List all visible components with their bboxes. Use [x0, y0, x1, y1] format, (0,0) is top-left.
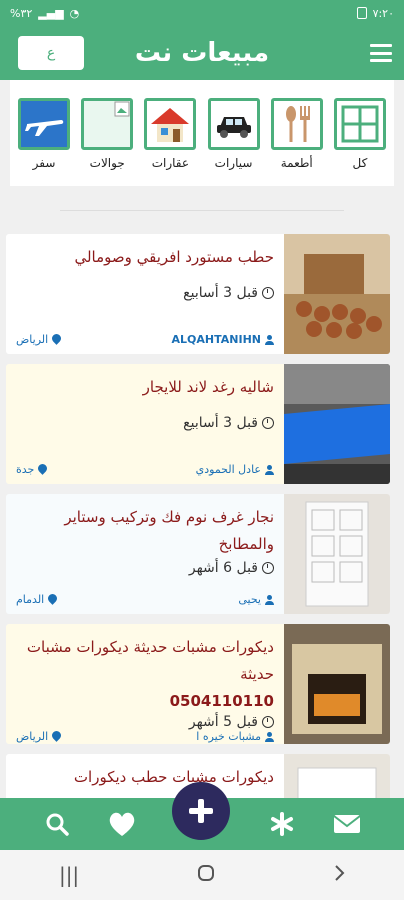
category-bar: كل أطعمة سيارات عقارات جوالات سفر — [10, 80, 394, 186]
mail-icon[interactable] — [332, 809, 362, 839]
listing-thumbnail — [284, 494, 390, 614]
system-navigation: ||| — [0, 850, 404, 900]
listing-city[interactable]: الدمام — [16, 593, 57, 606]
listing-thumbnail — [284, 234, 390, 354]
listing-meta: يحيى الدمام — [16, 593, 274, 606]
listing-user[interactable]: ALQAHTANIHN — [172, 333, 274, 346]
listing-city[interactable]: الرياض — [16, 333, 61, 346]
listing-thumbnail — [284, 364, 390, 484]
status-bar: %٣٢ ▂▄▆ ◔ ٧:٢٠ — [0, 0, 404, 26]
listing-body: حطب مستورد افريقي وصومالي قبل 3 أسابيع A… — [6, 234, 284, 354]
listing-city-name: الرياض — [16, 730, 49, 743]
listing-time: قبل 6 أشهر — [188, 560, 258, 576]
listing-user[interactable]: يحيى — [238, 593, 274, 606]
back-icon[interactable] — [333, 863, 345, 887]
listing-body: شاليه رغد لاند للايجار قبل 3 أسابيع عادل… — [6, 364, 284, 484]
listing-user[interactable]: مشبات خيره ا — [196, 730, 274, 743]
listing-card[interactable]: شاليه رغد لاند للايجار قبل 3 أسابيع عادل… — [6, 364, 390, 484]
listing-time-row: قبل 3 أسابيع — [16, 285, 274, 301]
listing-user-name: عادل الحمودي — [195, 463, 261, 476]
listing-user-name: يحيى — [238, 593, 261, 606]
grid-icon — [333, 98, 386, 150]
wifi-icon: ◔ — [69, 6, 80, 20]
airplane-icon — [18, 98, 70, 150]
category-label: أطعمة — [280, 156, 313, 170]
plus-icon — [189, 799, 213, 823]
divider — [60, 210, 344, 211]
app-bar: ع مبيعات نت — [0, 26, 404, 80]
listing-user-name: ALQAHTANIHN — [171, 333, 261, 346]
category-food[interactable]: أطعمة — [269, 98, 325, 186]
listing-body: نجار غرف نوم فك وتركيب وستاير والمطابخ ق… — [6, 494, 284, 614]
location-pin-icon — [52, 334, 61, 345]
listing-city-name: جدة — [16, 463, 35, 476]
category-cars[interactable]: سيارات — [206, 98, 262, 186]
status-time: ٧:٢٠ — [372, 6, 394, 20]
location-pin-icon — [52, 731, 61, 742]
listing-card[interactable]: حطب مستورد افريقي وصومالي قبل 3 أسابيع A… — [6, 234, 390, 354]
listing-meta: عادل الحمودي جدة — [16, 463, 274, 476]
listing-title: حطب مستورد افريقي وصومالي — [74, 248, 274, 266]
category-label: عقارات — [151, 156, 190, 170]
hamburger-menu-icon[interactable] — [370, 44, 392, 62]
asterisk-icon[interactable] — [267, 809, 297, 839]
clock-icon — [262, 716, 274, 728]
listing-title: ديكورات مشبات حطب ديكورات — [73, 768, 274, 786]
person-icon — [265, 594, 274, 605]
spoon-fork-icon — [270, 98, 323, 150]
clock-icon — [262, 287, 274, 299]
home-icon[interactable] — [197, 863, 215, 887]
category-label: سيارات — [214, 156, 253, 170]
listing-time: قبل 3 أسابيع — [183, 285, 258, 301]
status-icons-right: ٧:٢٠ — [356, 6, 394, 20]
listing-city-name: الرياض — [16, 333, 49, 346]
listing-user[interactable]: عادل الحمودي — [196, 463, 274, 476]
listing-meta: ALQAHTANIHN الرياض — [16, 333, 274, 346]
listing-title: شاليه رغد لاند للايجار — [142, 378, 274, 396]
signal-icon: ▂▄▆ — [38, 6, 64, 20]
listing-time: قبل 5 أشهر — [188, 714, 258, 730]
listing-time: قبل 3 أسابيع — [183, 415, 258, 431]
person-icon — [265, 464, 274, 475]
person-icon — [265, 731, 274, 742]
recent-apps-icon[interactable]: ||| — [59, 863, 79, 887]
listing-time-row: قبل 5 أشهر — [16, 714, 274, 730]
category-all[interactable]: كل — [332, 98, 388, 186]
category-phones[interactable]: جوالات — [79, 98, 135, 186]
add-listing-button[interactable] — [172, 782, 230, 840]
heart-icon[interactable] — [107, 809, 137, 839]
person-icon — [265, 334, 274, 345]
listing-thumbnail — [284, 624, 390, 744]
listing-card[interactable]: نجار غرف نوم فك وتركيب وستاير والمطابخ ق… — [6, 494, 390, 614]
listing-phone: 0504110110 — [169, 692, 274, 710]
battery-icon — [356, 7, 367, 19]
listing-city-name: الدمام — [16, 593, 45, 606]
clock-icon — [262, 417, 274, 429]
location-pin-icon — [38, 464, 47, 475]
search-icon[interactable] — [42, 809, 72, 839]
category-realestate[interactable]: عقارات — [142, 98, 198, 186]
listing-card[interactable]: ديكورات مشبات حديثة ديكورات مشبات حديثة … — [6, 624, 390, 744]
car-icon — [207, 98, 260, 150]
listing-title: نجار غرف نوم فك وتركيب وستاير والمطابخ — [64, 508, 274, 553]
listing-time-row: قبل 3 أسابيع — [16, 415, 274, 431]
language-button[interactable]: ع — [18, 36, 84, 70]
location-pin-icon — [48, 594, 57, 605]
listing-title: ديكورات مشبات حديثة ديكورات مشبات حديثة — [26, 638, 274, 683]
clock-icon — [262, 562, 274, 574]
category-label: سفر — [32, 156, 56, 170]
category-label: كل — [352, 156, 368, 170]
listing-body: ديكورات مشبات حديثة ديكورات مشبات حديثة … — [6, 624, 284, 744]
listing-city[interactable]: الرياض — [16, 730, 61, 743]
listing-user-name: مشبات خيره ا — [196, 730, 261, 743]
listing-meta: مشبات خيره ا الرياض — [16, 730, 274, 743]
listing-time-row: قبل 6 أشهر — [16, 560, 274, 576]
house-icon — [144, 98, 197, 150]
category-travel[interactable]: سفر — [16, 98, 72, 186]
category-label: جوالات — [89, 156, 125, 170]
battery-percent: %٣٢ — [10, 6, 33, 20]
broken-image-icon — [81, 98, 134, 150]
listing-city[interactable]: جدة — [16, 463, 47, 476]
status-icons-left: %٣٢ ▂▄▆ ◔ — [10, 7, 79, 20]
